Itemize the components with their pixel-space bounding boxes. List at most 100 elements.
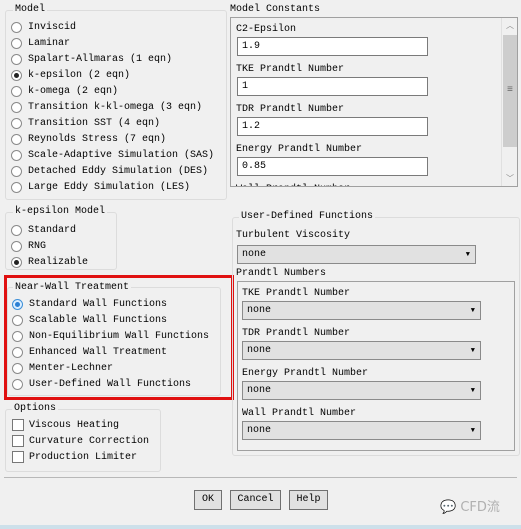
turbulent-viscosity-dropdown[interactable]: none ▼: [237, 245, 476, 264]
radio-button-icon[interactable]: [11, 21, 22, 33]
checkbox-icon[interactable]: [12, 419, 24, 431]
radio-scale-adaptive-simulation-sas[interactable]: Scale-Adaptive Simulation (SAS): [11, 147, 214, 163]
wechat-icon: 💬: [440, 500, 457, 515]
constant-input[interactable]: 1: [237, 77, 428, 96]
model-constants-panel: C2-Epsilon 1.9 TKE Prandtl Number 1 TDR Pran…: [230, 17, 518, 187]
radio-label: User-Defined Wall Functions: [29, 378, 192, 390]
radio-button-icon[interactable]: [12, 378, 23, 390]
scroll-up-icon[interactable]: ︿: [506, 20, 514, 31]
radio-button-icon[interactable]: [11, 101, 22, 113]
bottom-bar: [0, 525, 521, 529]
radio-reynolds-stress-7-eqn[interactable]: Reynolds Stress (7 eqn): [11, 131, 166, 147]
prandtl-label: TDR Prandtl Number: [242, 328, 351, 339]
radio-button-icon[interactable]: [11, 53, 22, 65]
radio-k-epsilon-2-eqn[interactable]: k-epsilon (2 eqn): [11, 67, 130, 83]
radio-large-eddy-simulation-les[interactable]: Large Eddy Simulation (LES): [11, 179, 190, 195]
near-wall-group: Near-Wall Treatment Standard Wall Functi…: [7, 282, 221, 396]
radio-button-icon[interactable]: [11, 85, 22, 97]
radio-non-equilibrium-wall-functions[interactable]: Non-Equilibrium Wall Functions: [12, 328, 209, 344]
prandtl-label: Energy Prandtl Number: [242, 368, 369, 379]
radio-button-icon[interactable]: [11, 240, 22, 252]
options-group: Options Viscous Heating Curvature Correct…: [5, 403, 161, 472]
radio-button-icon[interactable]: [11, 117, 22, 129]
prandtl-dropdown[interactable]: none ▼: [242, 341, 481, 360]
model-constants-title: Model Constants: [230, 4, 321, 15]
radio-button-icon[interactable]: [11, 181, 22, 193]
radio-transition-sst-4-eqn[interactable]: Transition SST (4 eqn): [11, 115, 160, 131]
radio-label: Transition SST (4 eqn): [28, 117, 161, 129]
radio-k-omega-2-eqn[interactable]: k-omega (2 eqn): [11, 83, 118, 99]
checkbox-label: Viscous Heating: [29, 419, 120, 431]
help-button[interactable]: Help: [289, 490, 328, 510]
radio-button-icon[interactable]: [12, 298, 23, 310]
model-group: Model Inviscid Laminar Spalart-Allmaras (1…: [5, 4, 227, 200]
constant-input[interactable]: 1.2: [237, 117, 428, 136]
watermark-text: CFD流: [460, 500, 500, 515]
radio-rng[interactable]: RNG: [11, 238, 46, 254]
radio-button-icon[interactable]: [11, 224, 22, 236]
radio-enhanced-wall-treatment[interactable]: Enhanced Wall Treatment: [12, 344, 167, 360]
radio-button-icon[interactable]: [11, 165, 22, 177]
radio-label: Enhanced Wall Treatment: [29, 346, 168, 358]
radio-standard-wall-functions[interactable]: Standard Wall Functions: [12, 296, 167, 312]
radio-button-icon[interactable]: [11, 37, 22, 49]
checkbox-production-limiter[interactable]: Production Limiter: [12, 449, 137, 465]
radio-label: Standard Wall Functions: [29, 298, 168, 310]
radio-standard[interactable]: Standard: [11, 222, 76, 238]
radio-label: Large Eddy Simulation (LES): [28, 181, 191, 193]
prandtl-numbers-panel: TKE Prandtl Number none ▼ TDR Prandtl Numbe…: [237, 281, 515, 451]
radio-button-icon[interactable]: [12, 362, 23, 374]
dropdown-arrow-icon: ▼: [470, 307, 475, 315]
prandtl-dropdown[interactable]: none ▼: [242, 301, 481, 320]
radio-transition-k-kl-omega-3-eqn[interactable]: Transition k-kl-omega (3 eqn): [11, 99, 202, 115]
scrollbar-thumb[interactable]: ≡: [503, 35, 517, 147]
radio-inviscid[interactable]: Inviscid: [11, 19, 76, 35]
model-group-title: Model: [13, 4, 48, 16]
dropdown-arrow-icon: ▼: [470, 347, 475, 355]
udf-title: User-Defined Functions: [239, 211, 376, 223]
scroll-down-icon[interactable]: ﹀: [506, 173, 514, 184]
cancel-button[interactable]: Cancel: [230, 490, 281, 510]
radio-detached-eddy-simulation-des[interactable]: Detached Eddy Simulation (DES): [11, 163, 208, 179]
turbulent-viscosity-label: Turbulent Viscosity: [236, 230, 351, 241]
dropdown-value: none: [247, 385, 272, 396]
udf-group: User-Defined Functions Turbulent Viscosi…: [232, 211, 520, 456]
k-epsilon-model-group: k-epsilon Model Standard RNG Realizable: [5, 206, 117, 270]
radio-button-icon[interactable]: [11, 133, 22, 145]
radio-label: Detached Eddy Simulation (DES): [28, 165, 209, 177]
radio-button-icon[interactable]: [11, 149, 22, 161]
constant-input[interactable]: 1.9: [237, 37, 428, 56]
dropdown-arrow-icon: ▼: [465, 251, 470, 259]
radio-laminar[interactable]: Laminar: [11, 35, 70, 51]
grip-icon: ≡: [507, 85, 514, 96]
checkbox-icon[interactable]: [12, 435, 24, 447]
prandtl-dropdown[interactable]: none ▼: [242, 381, 481, 400]
checkbox-curvature-correction[interactable]: Curvature Correction: [12, 433, 149, 449]
prandtl-dropdown[interactable]: none ▼: [242, 421, 481, 440]
radio-label: Reynolds Stress (7 eqn): [28, 133, 167, 145]
radio-label: Scale-Adaptive Simulation (SAS): [28, 149, 215, 161]
radio-label: Laminar: [28, 37, 71, 49]
radio-button-icon[interactable]: [12, 330, 23, 342]
radio-label: Inviscid: [28, 21, 77, 33]
constant-input[interactable]: 0.85: [237, 157, 428, 176]
radio-button-icon[interactable]: [12, 314, 23, 326]
radio-spalart-allmaras-1-eqn[interactable]: Spalart-Allmaras (1 eqn): [11, 51, 172, 67]
radio-realizable[interactable]: Realizable: [11, 254, 88, 270]
radio-button-icon[interactable]: [11, 256, 22, 268]
radio-button-icon[interactable]: [11, 69, 22, 81]
radio-label: Standard: [28, 224, 77, 236]
scrollbar[interactable]: ︿ ≡ ﹀: [501, 18, 517, 186]
ok-button[interactable]: OK: [194, 490, 222, 510]
radio-scalable-wall-functions[interactable]: Scalable Wall Functions: [12, 312, 167, 328]
checkbox-label: Curvature Correction: [29, 435, 150, 447]
radio-button-icon[interactable]: [12, 346, 23, 358]
constant-label: Energy Prandtl Number: [236, 144, 363, 155]
watermark: 💬 CFD流: [440, 496, 500, 515]
checkbox-icon[interactable]: [12, 451, 24, 463]
radio-label: Spalart-Allmaras (1 eqn): [28, 53, 173, 65]
radio-user-defined-wall-functions[interactable]: User-Defined Wall Functions: [12, 376, 191, 392]
checkbox-viscous-heating[interactable]: Viscous Heating: [12, 417, 119, 433]
radio-menter-lechner[interactable]: Menter-Lechner: [12, 360, 113, 376]
dropdown-value: none: [247, 345, 272, 356]
